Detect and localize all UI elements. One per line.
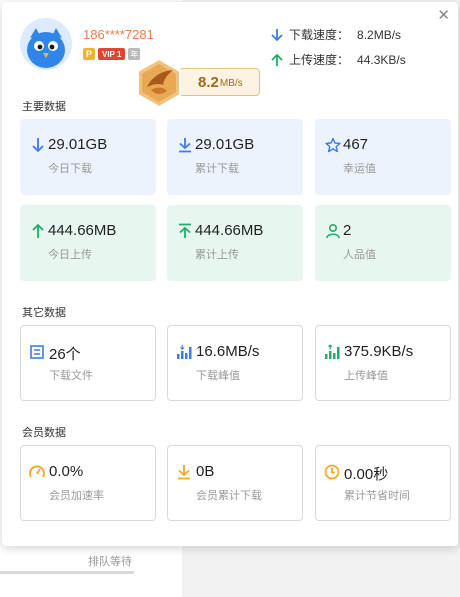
close-icon[interactable]: ✕ bbox=[437, 8, 450, 23]
stat-value: 0.0% bbox=[49, 463, 84, 480]
stat-card-time-saved: 0.00秒 累计节省时间 bbox=[315, 445, 451, 521]
file-list-icon bbox=[30, 345, 44, 359]
stat-value: 444.66MB bbox=[195, 222, 264, 239]
stat-label: 幸运值 bbox=[343, 163, 376, 175]
star-icon bbox=[325, 137, 341, 153]
upload-arrow-icon bbox=[271, 53, 283, 66]
stat-card-today-download: 29.01GB 今日下载 bbox=[20, 119, 156, 195]
badge-vip[interactable]: VIP 1 bbox=[98, 48, 126, 60]
badge-p: P bbox=[83, 48, 95, 60]
stat-card-member-accel: 0.0% 会员加速率 bbox=[20, 445, 156, 521]
download-peak-icon bbox=[177, 345, 192, 359]
stat-value: 26个 bbox=[49, 346, 81, 363]
background-progress-bar bbox=[0, 571, 134, 574]
upload-speed-row: 上传速度： 44.3KB/s bbox=[270, 51, 406, 68]
download-speed-label: 下载速度： bbox=[289, 28, 350, 42]
download-speed-row: 下载速度： 8.2MB/s bbox=[270, 26, 401, 43]
current-speed-box: 8.2 MB/s bbox=[179, 68, 260, 96]
stat-label: 人品值 bbox=[343, 249, 376, 261]
avatar[interactable] bbox=[20, 18, 72, 70]
thunder-bird-logo-icon bbox=[137, 57, 181, 109]
member-data-title: 会员数据 bbox=[22, 427, 66, 439]
bird-avatar-icon bbox=[20, 18, 72, 70]
main-data-title: 主要数据 bbox=[22, 101, 66, 113]
stat-label: 累计上传 bbox=[195, 249, 239, 261]
stat-card-download-files: 26个 下载文件 bbox=[20, 325, 156, 401]
clock-icon bbox=[324, 464, 340, 480]
username: 186****7281 bbox=[83, 27, 154, 42]
stat-card-download-peak: 16.6MB/s 下载峰值 bbox=[167, 325, 303, 401]
download-to-bottom-icon bbox=[179, 138, 191, 153]
speedometer-icon bbox=[29, 465, 45, 478]
stat-label: 下载文件 bbox=[49, 370, 93, 382]
other-data-title: 其它数据 bbox=[22, 307, 66, 319]
user-badges: P VIP 1 年 bbox=[83, 48, 141, 60]
stat-label: 今日上传 bbox=[48, 249, 92, 261]
stat-label: 今日下载 bbox=[48, 163, 92, 175]
stat-value: 16.6MB/s bbox=[196, 343, 260, 360]
stat-value: 0B bbox=[196, 463, 215, 480]
stat-label: 上传峰值 bbox=[344, 370, 388, 382]
stat-label: 累计下载 bbox=[195, 163, 239, 175]
stat-value: 375.9KB/s bbox=[344, 343, 414, 360]
stat-value: 467 bbox=[343, 136, 369, 153]
queue-status-label: 排队等待 bbox=[88, 556, 132, 568]
stat-card-member-download: 0B 会员累计下载 bbox=[167, 445, 303, 521]
stat-label: 会员加速率 bbox=[49, 490, 104, 502]
stat-card-total-download: 29.01GB 累计下载 bbox=[167, 119, 303, 195]
upload-peak-icon bbox=[325, 344, 340, 359]
stat-value: 2 bbox=[343, 222, 352, 239]
stat-card-luck: 467 幸运值 bbox=[315, 119, 451, 195]
stat-label: 下载峰值 bbox=[196, 370, 240, 382]
stat-card-today-upload: 444.66MB 今日上传 bbox=[20, 205, 156, 281]
upload-to-top-icon bbox=[179, 223, 191, 238]
person-icon bbox=[326, 223, 340, 239]
current-speed-unit: MB/s bbox=[219, 78, 243, 89]
stat-card-character: 2 人品值 bbox=[315, 205, 451, 281]
upload-speed-label: 上传速度： bbox=[289, 53, 350, 67]
upload-speed-value: 44.3KB/s bbox=[357, 52, 406, 67]
download-speed-value: 8.2MB/s bbox=[357, 27, 402, 42]
speed-stats-popup: ✕ 186****7281 P VIP 1 年 8.2 MB/s 下载速度： 8… bbox=[2, 2, 458, 546]
current-speed-value: 8.2 bbox=[198, 73, 219, 91]
stat-card-upload-peak: 375.9KB/s 上传峰值 bbox=[315, 325, 451, 401]
stat-value: 29.01GB bbox=[195, 136, 255, 153]
upload-arrow-icon bbox=[32, 223, 44, 238]
download-arrow-icon bbox=[271, 28, 283, 41]
stat-value: 444.66MB bbox=[48, 222, 117, 239]
stat-label: 会员累计下载 bbox=[196, 490, 262, 502]
stat-value: 0.00秒 bbox=[344, 466, 389, 483]
stat-label: 累计节省时间 bbox=[344, 490, 410, 502]
member-download-icon bbox=[178, 465, 190, 480]
stat-value: 29.01GB bbox=[48, 136, 108, 153]
stat-card-total-upload: 444.66MB 累计上传 bbox=[167, 205, 303, 281]
download-arrow-icon bbox=[32, 138, 44, 153]
